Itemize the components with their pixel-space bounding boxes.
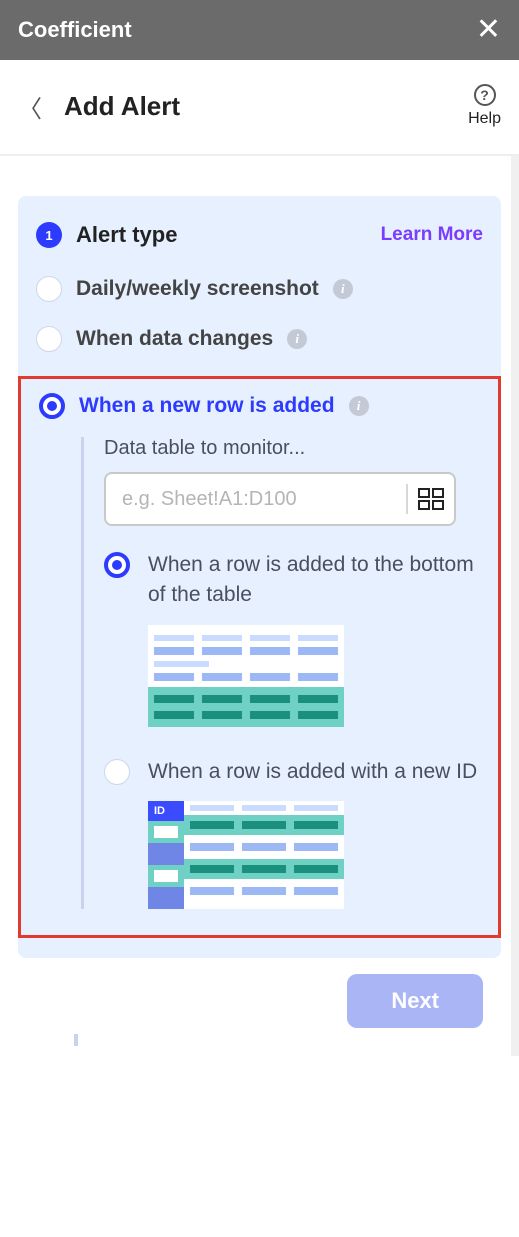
data-table-title: Data table to monitor... bbox=[104, 437, 480, 460]
sub-option-new-id[interactable]: When a row is added with a new ID ID bbox=[104, 757, 480, 909]
info-icon[interactable]: i bbox=[333, 279, 353, 299]
sub-option-bottom[interactable]: When a row is added to the bottom of the… bbox=[104, 550, 480, 727]
back-icon[interactable]: 〈 bbox=[18, 89, 42, 124]
alert-option-data-changes-label: When data changes bbox=[76, 327, 273, 351]
scrollbar[interactable] bbox=[511, 156, 519, 1056]
illustration-row-new-id: ID bbox=[148, 801, 344, 909]
alert-option-daily-label: Daily/weekly screenshot bbox=[76, 277, 319, 301]
step-badge: 1 bbox=[36, 222, 62, 248]
info-icon[interactable]: i bbox=[287, 329, 307, 349]
illustration-row-bottom bbox=[148, 625, 344, 727]
page-title: Add Alert bbox=[64, 91, 180, 122]
data-range-input-wrap bbox=[104, 472, 456, 526]
info-icon[interactable]: i bbox=[349, 396, 369, 416]
close-icon[interactable]: ✕ bbox=[476, 15, 501, 45]
alert-option-daily[interactable]: Daily/weekly screenshot i bbox=[36, 276, 483, 302]
radio-empty-icon bbox=[36, 326, 62, 352]
next-button[interactable]: Next bbox=[347, 974, 483, 1028]
help-icon: ? bbox=[474, 84, 496, 106]
id-column-header: ID bbox=[148, 801, 184, 821]
radio-empty-icon bbox=[36, 276, 62, 302]
alert-type-card: 1 Alert type Learn More Daily/weekly scr… bbox=[18, 196, 501, 958]
radio-selected-icon bbox=[104, 552, 130, 578]
step-title: Alert type bbox=[76, 222, 177, 248]
grid-picker-icon[interactable] bbox=[418, 488, 444, 510]
data-range-input[interactable] bbox=[120, 474, 400, 524]
help-button[interactable]: ? Help bbox=[468, 84, 501, 128]
alert-option-new-row-label: When a new row is added bbox=[79, 394, 335, 418]
app-brand: Coefficient bbox=[18, 17, 132, 43]
alert-option-new-row[interactable]: When a new row is added i bbox=[39, 393, 480, 419]
learn-more-link[interactable]: Learn More bbox=[381, 224, 483, 246]
radio-empty-icon bbox=[104, 759, 130, 785]
radio-selected-icon bbox=[39, 393, 65, 419]
help-label: Help bbox=[468, 110, 501, 128]
timeline-tick bbox=[74, 1034, 78, 1046]
alert-option-data-changes[interactable]: When data changes i bbox=[36, 326, 483, 352]
sub-option-bottom-label: When a row is added to the bottom of the… bbox=[148, 550, 480, 611]
highlight-box: When a new row is added i Data table to … bbox=[18, 376, 501, 938]
sub-option-new-id-label: When a row is added with a new ID bbox=[148, 757, 480, 787]
divider bbox=[406, 484, 408, 514]
